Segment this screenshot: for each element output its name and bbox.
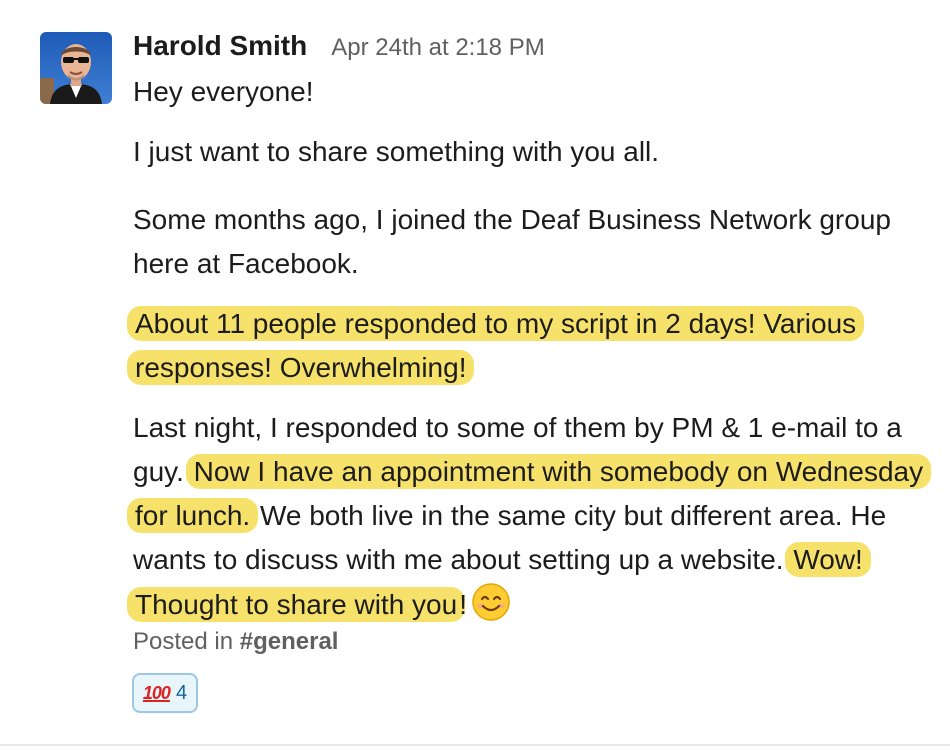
reaction-count: 4 [175,681,188,704]
message-text: ! [459,589,467,620]
hundred-points-icon: 100 [142,682,171,703]
highlighted-text: About 11 people responded to my script i… [127,306,865,385]
author-name[interactable]: Harold Smith [133,30,307,62]
avatar-photo [40,32,112,104]
message-paragraph: Last night, I responded to some of them … [127,406,933,627]
message: Harold Smith Apr 24th at 2:18 PM Hey eve… [0,0,950,750]
divider [0,744,950,746]
posted-in: Posted in #general [133,628,338,656]
message-paragraph: Some months ago, I joined the Deaf Busin… [133,204,891,279]
channel-link[interactable]: #general [240,628,339,655]
author-avatar[interactable] [40,32,112,104]
message-paragraph: Hey everyone! [133,76,314,107]
message-paragraph: About 11 people responded to my script i… [127,302,933,390]
message-paragraph: I just want to share something with you … [133,136,660,167]
posted-in-label: Posted in [133,628,234,655]
message-header: Harold Smith Apr 24th at 2:18 PM [133,30,545,70]
smiling-face-icon [471,582,511,622]
message-body: Hey everyone! I just want to share somet… [127,70,933,627]
reaction-button[interactable]: 100 4 [132,673,198,713]
message-timestamp[interactable]: Apr 24th at 2:18 PM [331,34,544,62]
